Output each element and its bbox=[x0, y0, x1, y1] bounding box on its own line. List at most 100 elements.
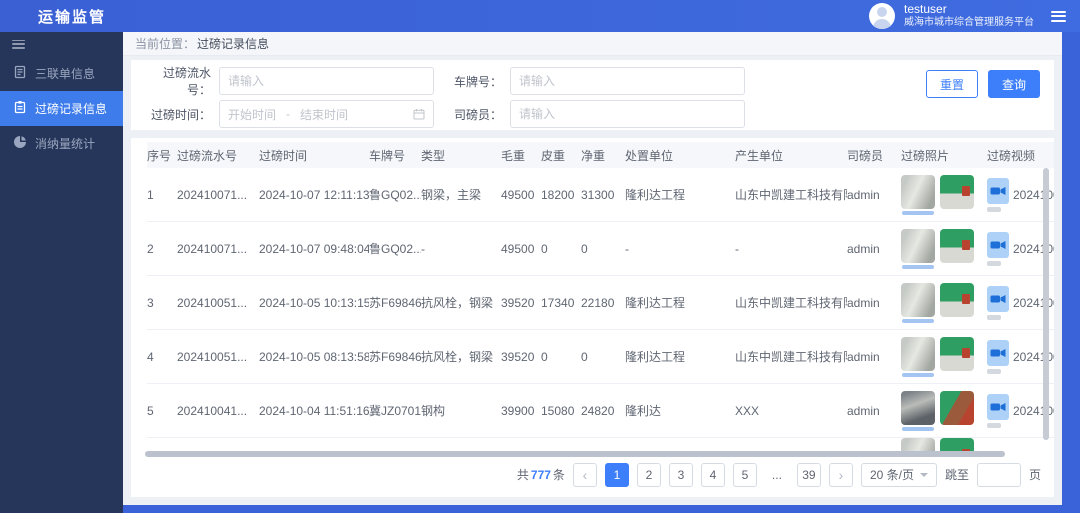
time-separator: - bbox=[286, 107, 290, 121]
video-file-icon bbox=[987, 340, 1009, 366]
page-unit-label: 页 bbox=[1029, 466, 1041, 483]
total-count: 共777条 bbox=[517, 466, 565, 483]
cell-net: 22180 bbox=[581, 296, 625, 310]
breadcrumb-prefix: 当前位置： bbox=[135, 35, 195, 52]
cell-photos bbox=[901, 229, 987, 269]
photo-caption bbox=[902, 319, 934, 323]
weigh-photo-thumbnail[interactable] bbox=[940, 283, 974, 317]
cell-plate: 冀JZ0701 bbox=[369, 402, 421, 419]
video-file-icon bbox=[987, 394, 1009, 420]
operator-input[interactable] bbox=[510, 100, 745, 128]
cell-disposal: 隆利达工程 bbox=[625, 348, 735, 365]
weigh-photo-thumbnail[interactable] bbox=[940, 229, 974, 263]
cell-net: 24820 bbox=[581, 404, 625, 418]
table-row: 4 202410051... 2024-10-05 08:13:58 苏F698… bbox=[147, 330, 1054, 384]
cell-time: 2024-10-05 08:13:58 bbox=[259, 350, 369, 364]
page-button-5[interactable]: 5 bbox=[733, 463, 757, 487]
vertical-scrollbar[interactable] bbox=[1043, 168, 1049, 440]
next-page-button[interactable]: › bbox=[829, 463, 853, 487]
cell-plate: 苏F69846 bbox=[369, 348, 421, 365]
plate-input[interactable] bbox=[510, 67, 745, 95]
col-tare: 皮重 bbox=[541, 147, 581, 164]
col-type: 类型 bbox=[421, 147, 501, 164]
photo-caption bbox=[902, 427, 934, 431]
col-time: 过磅时间 bbox=[259, 147, 369, 164]
sidebar-item-triplicate[interactable]: 三联单信息 bbox=[0, 56, 123, 91]
page-button-2[interactable]: 2 bbox=[637, 463, 661, 487]
cell-plate: 苏F69846 bbox=[369, 294, 421, 311]
weigh-photo-thumbnail[interactable] bbox=[901, 175, 935, 209]
weigh-photo-thumbnail[interactable] bbox=[901, 337, 935, 371]
sidebar: 三联单信息 过磅记录信息 消纳量统计 bbox=[0, 32, 123, 513]
page-button-4[interactable]: 4 bbox=[701, 463, 725, 487]
table-row: 3 202410051... 2024-10-05 10:13:15 苏F698… bbox=[147, 276, 1054, 330]
page-button-1[interactable]: 1 bbox=[605, 463, 629, 487]
chevron-down-icon bbox=[920, 473, 928, 477]
cell-serial: 202410071... bbox=[177, 188, 259, 202]
horizontal-scrollbar[interactable] bbox=[145, 451, 1005, 457]
cell-no: 2 bbox=[147, 242, 177, 256]
cell-no: 1 bbox=[147, 188, 177, 202]
col-net: 净重 bbox=[581, 147, 625, 164]
cell-serial: 202410051... bbox=[177, 350, 259, 364]
table-header: 序号 过磅流水号 过磅时间 车牌号 类型 毛重 皮重 净重 处置单位 产生单位 … bbox=[147, 142, 1054, 168]
jump-page-input[interactable] bbox=[977, 463, 1021, 487]
cell-net: 0 bbox=[581, 350, 625, 364]
video-file-icon bbox=[987, 286, 1009, 312]
avatar[interactable] bbox=[869, 3, 895, 29]
page-button-39[interactable]: 39 bbox=[797, 463, 821, 487]
user-name: testuser bbox=[904, 2, 1034, 17]
search-button[interactable]: 查询 bbox=[988, 70, 1040, 98]
page-size-select[interactable]: 20 条/页 bbox=[861, 463, 937, 487]
breadcrumb-current: 过磅记录信息 bbox=[197, 35, 269, 52]
more-pages-icon[interactable]: ... bbox=[765, 463, 789, 487]
weigh-photo-thumbnail[interactable] bbox=[940, 391, 974, 425]
breadcrumb: 当前位置： 过磅记录信息 bbox=[123, 32, 1062, 56]
cell-operator: admin bbox=[847, 296, 901, 310]
weigh-photo-thumbnail[interactable] bbox=[901, 229, 935, 263]
weigh-photo-thumbnail[interactable] bbox=[901, 438, 935, 452]
weigh-photo-thumbnail[interactable] bbox=[940, 337, 974, 371]
cell-time: 2024-10-07 09:48:04 bbox=[259, 242, 369, 256]
prev-page-button[interactable]: ‹ bbox=[573, 463, 597, 487]
cell-tare: 0 bbox=[541, 350, 581, 364]
header-menu-icon[interactable] bbox=[1051, 11, 1066, 22]
cell-time: 2024-10-05 10:13:15 bbox=[259, 296, 369, 310]
jump-label: 跳至 bbox=[945, 466, 969, 483]
pie-chart-icon bbox=[13, 135, 27, 152]
sidebar-item-consumption-stats[interactable]: 消纳量统计 bbox=[0, 126, 123, 161]
cell-photos bbox=[901, 175, 987, 215]
weigh-photo-thumbnail[interactable] bbox=[901, 283, 935, 317]
sidebar-item-weigh-records[interactable]: 过磅记录信息 bbox=[0, 91, 123, 126]
cell-no: 3 bbox=[147, 296, 177, 310]
plate-label: 车牌号： bbox=[450, 73, 502, 90]
time-start-placeholder: 开始时间 bbox=[228, 106, 276, 123]
photo-caption bbox=[902, 373, 934, 377]
table-row: 2 202410071... 2024-10-07 09:48:04 鲁GQ02… bbox=[147, 222, 1054, 276]
serial-input[interactable] bbox=[219, 67, 434, 95]
cell-type: 钢梁，主梁 bbox=[421, 186, 501, 203]
cell-time: 2024-10-07 12:11:13 bbox=[259, 188, 369, 202]
weigh-photo-thumbnail[interactable] bbox=[940, 438, 974, 452]
cell-photos bbox=[901, 283, 987, 323]
col-operator: 司磅员 bbox=[847, 147, 901, 164]
weigh-photo-thumbnail[interactable] bbox=[901, 391, 935, 425]
cell-gross: 49500 bbox=[501, 188, 541, 202]
photo-caption bbox=[902, 265, 934, 269]
time-range-input[interactable]: 开始时间 - 结束时间 bbox=[219, 100, 434, 128]
cell-photos bbox=[901, 337, 987, 377]
cell-type: 钢构 bbox=[421, 402, 501, 419]
cell-gross: 39900 bbox=[501, 404, 541, 418]
photo-caption bbox=[902, 211, 934, 215]
cell-time: 2024-10-04 11:51:16 bbox=[259, 404, 369, 418]
calendar-icon bbox=[413, 108, 425, 120]
cell-net: 0 bbox=[581, 242, 625, 256]
top-header: 运输监管 testuser 威海市城市综合管理服务平台 bbox=[0, 0, 1080, 32]
cell-tare: 15080 bbox=[541, 404, 581, 418]
col-video: 过磅视频 bbox=[987, 147, 1054, 164]
cell-serial: 202410071... bbox=[177, 242, 259, 256]
weigh-photo-thumbnail[interactable] bbox=[940, 175, 974, 209]
collapse-sidebar-icon[interactable] bbox=[0, 32, 123, 56]
page-button-3[interactable]: 3 bbox=[669, 463, 693, 487]
reset-button[interactable]: 重置 bbox=[926, 70, 978, 98]
